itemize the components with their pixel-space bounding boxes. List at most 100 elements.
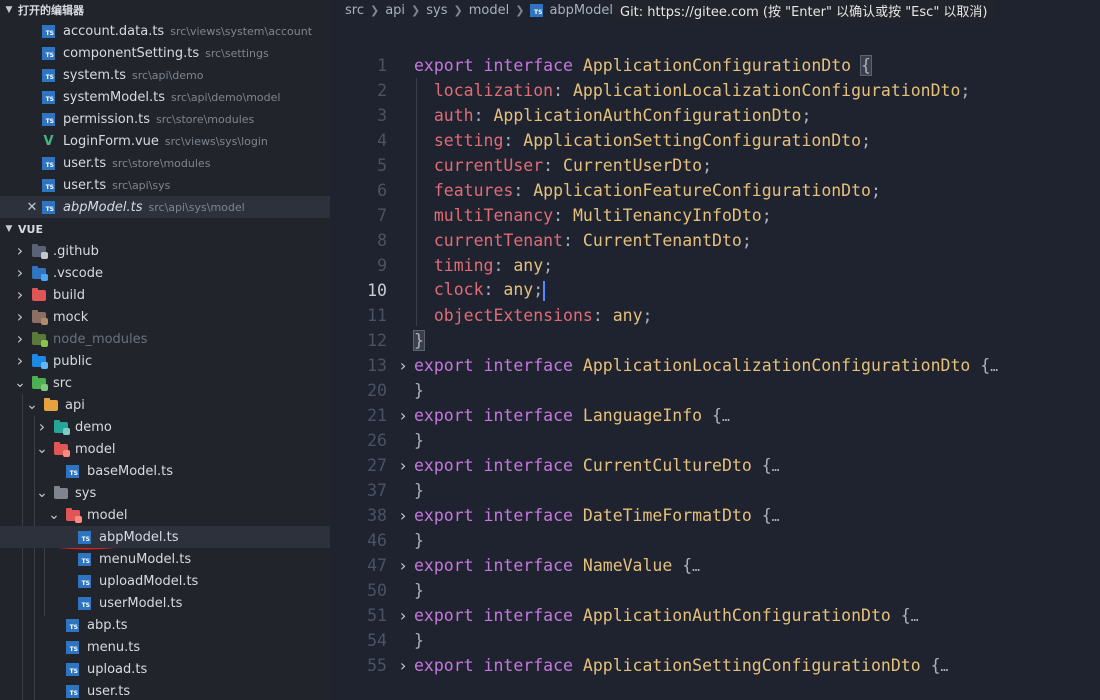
tree-item[interactable]: TS uploadModel.ts [0,570,330,592]
vue-file-icon: V [43,133,54,149]
code-line[interactable]: 51 › export interface ApplicationAuthConfi… [330,603,1100,628]
tree-item[interactable]: ⌄ model [0,438,330,460]
code-line[interactable]: 13 › export interface ApplicationLocalizat… [330,353,1100,378]
chevron-right-icon[interactable]: › [14,353,26,369]
breadcrumb-item[interactable]: api [385,3,405,18]
open-editor-item[interactable]: TS user.ts src\store\modules [0,152,330,174]
open-editor-item[interactable]: TS system.ts src\api\demo [0,64,330,86]
tree-item[interactable]: TS menuModel.ts [0,548,330,570]
chevron-right-icon[interactable]: › [36,419,48,435]
fold-chevron-icon[interactable]: › [397,606,409,625]
horizontal-scrollbar[interactable] [330,688,1100,700]
tree-item[interactable]: TS userModel.ts [0,592,330,614]
tree-item[interactable]: ⌄ api [0,394,330,416]
tree-item[interactable]: ⌄ sys [0,482,330,504]
fold-chevron-icon[interactable]: › [397,356,409,375]
tree-item[interactable]: TS abpModel.ts [0,526,330,548]
code-line[interactable]: 7 multiTenancy: MultiTenancyInfoDto; [330,203,1100,228]
chevron-down-icon[interactable]: ⌄ [36,442,48,456]
code-text: } [414,531,424,550]
code-line[interactable]: 37} [330,478,1100,503]
code-line[interactable]: 6 features: ApplicationFeatureConfigurat… [330,178,1100,203]
open-editor-item[interactable]: ✕ TS abpModel.ts src\api\sys\model [0,196,330,218]
tree-item[interactable]: TS menu.ts [0,636,330,658]
code-line[interactable]: 3 auth: ApplicationAuthConfigurationDto; [330,103,1100,128]
code-line[interactable]: 9 timing: any; [330,253,1100,278]
open-editor-item[interactable]: TS permission.ts src\store\modules [0,108,330,130]
tree-item[interactable]: ⌄ model [0,504,330,526]
chevron-right-icon[interactable]: › [14,331,26,347]
code-line[interactable]: 4 setting: ApplicationSettingConfigurati… [330,128,1100,153]
code-line[interactable]: 1 export interface ApplicationConfigurati… [330,53,1100,78]
code-token: { [920,656,941,675]
code-line[interactable]: 11 objectExtensions: any; [330,303,1100,328]
fold-chevron-icon[interactable]: › [397,556,409,575]
code-line[interactable]: 47 › export interface NameValue {… [330,553,1100,578]
chevron-down-icon[interactable]: ⌄ [26,398,38,412]
chevron-down-icon[interactable]: ⌄ [14,376,26,390]
tree-item[interactable]: TS upload.ts [0,658,330,680]
open-editors-header[interactable]: ▼ 打开的编辑器 [0,0,330,20]
open-editor-item[interactable]: TS componentSetting.ts src\settings [0,42,330,64]
code-line[interactable]: 10 clock: any; [330,278,1100,303]
code-line[interactable]: 50} [330,578,1100,603]
code-line[interactable]: 2 localization: ApplicationLocalizationC… [330,78,1100,103]
fold-chevron-icon[interactable]: › [397,456,409,475]
tree-item[interactable]: › .github [0,240,330,262]
tree-item[interactable]: TS user.ts [0,680,330,700]
ts-file-icon: TS [42,178,55,192]
code-line[interactable]: 20} [330,378,1100,403]
tree-item[interactable]: › build [0,284,330,306]
chevron-right-icon[interactable]: › [14,309,26,325]
code-line[interactable]: 54} [330,628,1100,653]
chevron-down-icon[interactable]: ⌄ [36,486,48,500]
folder-icon [54,419,70,435]
open-editor-item[interactable]: TS systemModel.ts src\api\demo\model [0,86,330,108]
code-line[interactable]: 26} [330,428,1100,453]
open-editor-item[interactable]: TS account.data.ts src\views\system\accoun… [0,20,330,42]
tree-item[interactable]: › demo [0,416,330,438]
code-line[interactable]: 21 › export interface LanguageInfo {… [330,403,1100,428]
code-token: MultiTenancyInfoDto [572,206,762,225]
fold-chevron-icon[interactable]: › [397,506,409,525]
tree-item[interactable]: TS baseModel.ts [0,460,330,482]
tree-item-label: model [75,441,116,457]
chevron-down-icon[interactable]: ⌄ [48,508,60,522]
tree-item[interactable]: › mock [0,306,330,328]
code-token: interface [483,656,573,675]
breadcrumb-item[interactable]: model [469,3,509,18]
code-token: ; [761,206,772,225]
fold-chevron-icon[interactable]: › [397,406,409,425]
code-line[interactable]: 55 › export interface ApplicationSettingCo… [330,653,1100,678]
git-tooltip: Git: https://gitee.com (按 "Enter" 以确认或按 … [612,0,996,20]
folder-icon [66,507,82,523]
chevron-right-icon[interactable]: › [14,287,26,303]
code-line[interactable]: 38 › export interface DateTimeFormatDto {… [330,503,1100,528]
code-line[interactable]: 27 › export interface CurrentCultureDto {… [330,453,1100,478]
tree-item[interactable]: › public [0,350,330,372]
open-editor-item[interactable]: TS user.ts src\api\sys [0,174,330,196]
tree-item[interactable]: › .vscode [0,262,330,284]
code-token: … [721,410,730,425]
open-editor-item[interactable]: V LoginForm.vue src\views\sys\login [0,130,330,152]
close-icon[interactable]: ✕ [22,200,42,215]
code-token: … [771,460,780,475]
code-line[interactable]: 5 currentUser: CurrentUserDto; [330,153,1100,178]
project-header[interactable]: ▼ VUE [0,219,330,239]
chevron-right-icon[interactable]: › [14,265,26,281]
code-text: } [414,481,424,500]
code-token: ; [861,131,871,150]
tree-item[interactable]: TS abp.ts [0,614,330,636]
chevron-right-icon[interactable]: › [14,243,26,259]
tree-item[interactable]: ⌄ src [0,372,330,394]
tree-item[interactable]: › node_modules [0,328,330,350]
breadcrumb-item[interactable]: sys [426,3,447,18]
fold-chevron-icon[interactable]: › [397,656,409,675]
code-line[interactable]: 46} [330,528,1100,553]
code-line[interactable]: 12} [330,328,1100,353]
line-number: 7 [377,206,387,225]
code-line[interactable]: 8 currentTenant: CurrentTenantDto; [330,228,1100,253]
breadcrumb-item[interactable]: src [345,3,364,18]
